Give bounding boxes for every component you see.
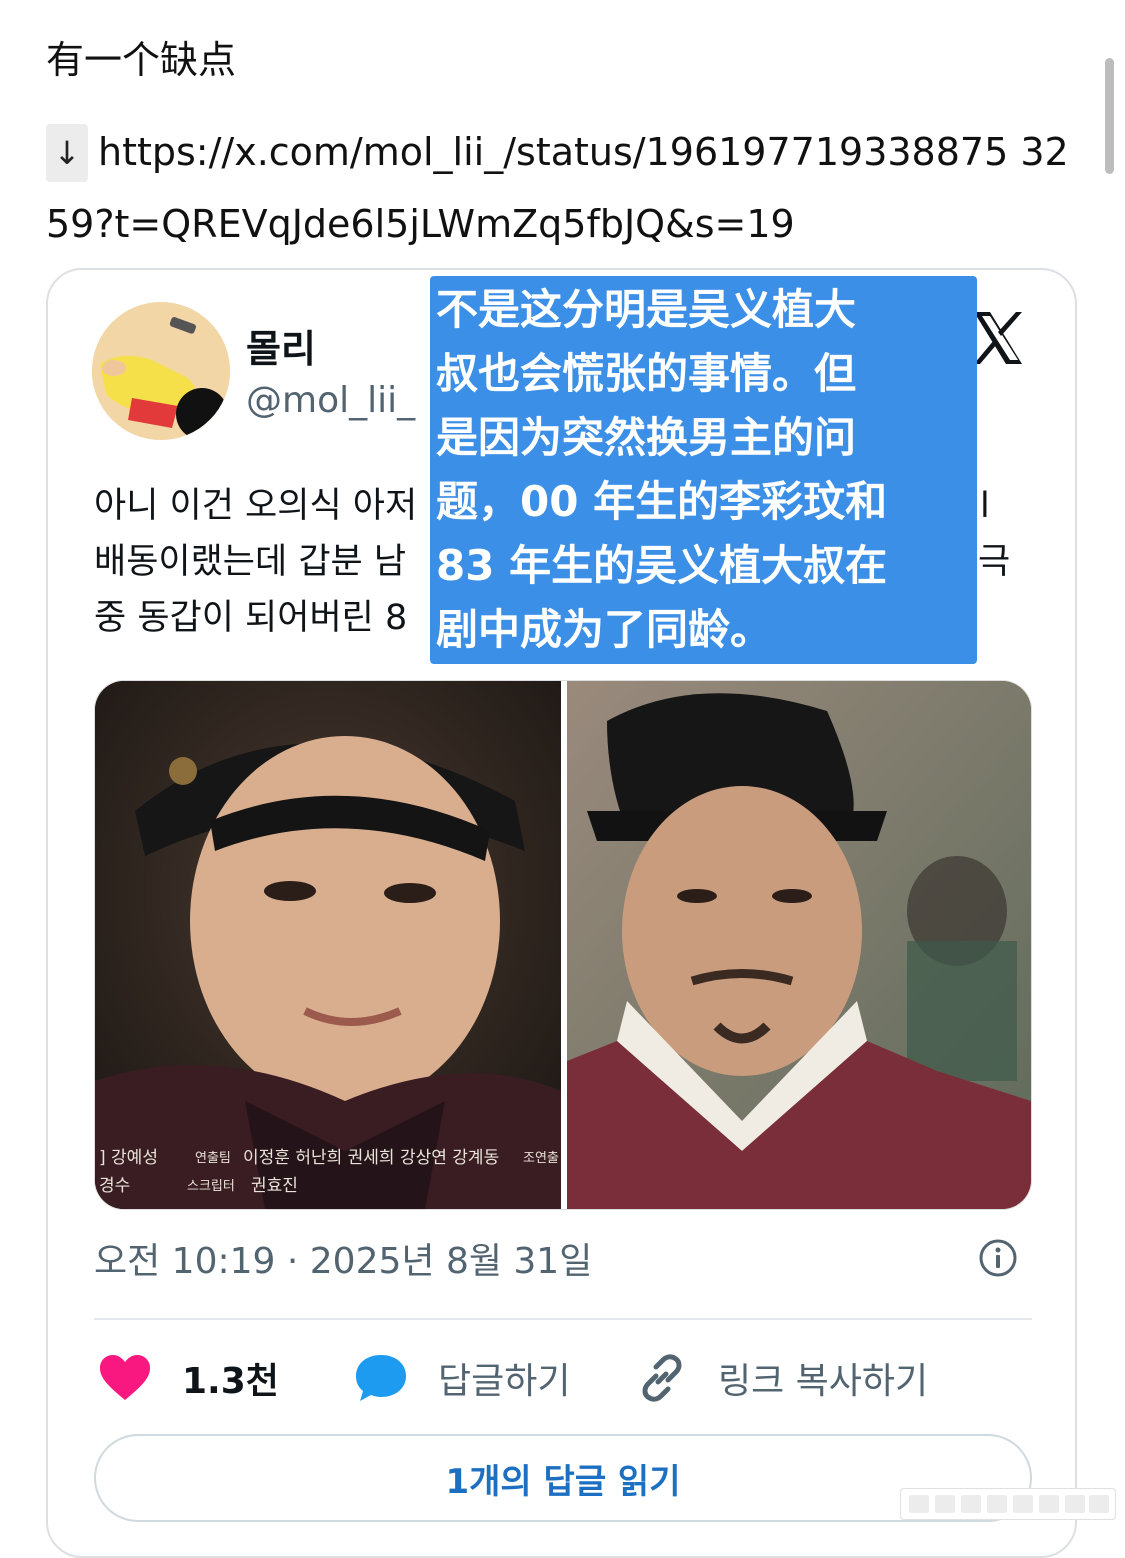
link-icon [642, 1354, 682, 1402]
post-text-line-1: 有一个缺点 [46, 38, 237, 82]
overlay-line: 不是这分明是吴义植大 [436, 285, 857, 334]
x-logo-icon[interactable] [968, 308, 1028, 368]
overlay-line: 是因为突然换男主的问 [436, 413, 857, 462]
photo-right[interactable] [567, 681, 1031, 1209]
overlay-line: 题，00 年生的李彩玟和 [436, 477, 888, 526]
overlay-line: 剧中成为了同龄。 [436, 605, 773, 654]
tweet-text-edge-2: 극 [978, 542, 1011, 582]
read-replies-button[interactable]: 1개의 답글 읽기 [94, 1434, 1032, 1522]
tweet-media[interactable]: ] 강예성 연출팀 이정훈 허난희 권세희 강상연 강계동 조연출 경수 스크립… [94, 680, 1032, 1210]
post-link-part-1[interactable]: https://x.com/mol_lii_/status/1961977193… [98, 130, 1069, 176]
post-link-line[interactable]: ↓ https://x.com/mol_lii_/status/19619771… [46, 124, 1069, 182]
caption-credit-a: ] 강예성 [99, 1148, 158, 1168]
author-name[interactable]: 몰리 [246, 318, 316, 373]
avatar[interactable] [92, 302, 230, 440]
reply-button[interactable]: 답글하기 [354, 1348, 570, 1408]
copy-link-button[interactable]: 링크 복사하기 [636, 1348, 928, 1408]
tweet-timestamp[interactable]: 오전 10:19 · 2025년 8월 31일 [94, 1232, 592, 1284]
translation-overlay: 不是这分明是吴义植大 叔也会慌张的事情。但 是因为突然换男主的问 题，00 年生… [430, 276, 977, 664]
post-link-part-2[interactable]: 59?t=QREVqJde6l5jLWmZq5fbJQ&s=19 [46, 202, 795, 248]
image-strip-handle[interactable] [900, 1488, 1116, 1520]
overlay-line: 叔也会慌张的事情。但 [436, 349, 857, 398]
like-count: 1.3천 [182, 1361, 279, 1402]
copy-link-label: 링크 복사하기 [718, 1361, 929, 1402]
divider [94, 1318, 1032, 1320]
down-arrow-icon: ↓ [46, 124, 88, 182]
caption-credit-e: 경수 [99, 1176, 131, 1196]
photo-left[interactable]: ] 강예성 연출팀 이정훈 허난희 권세희 강상연 강계동 조연출 경수 스크립… [95, 681, 561, 1209]
speech-bubble-icon [356, 1355, 406, 1401]
caption-credit-g: 권효진 [251, 1176, 298, 1196]
scrollbar[interactable] [1105, 58, 1114, 174]
caption-credit-c: 이정훈 허난희 권세희 강상연 강계동 [243, 1148, 500, 1168]
caption-credit-d: 조연출 [523, 1151, 559, 1166]
tweet-text-edge-1: l [980, 486, 990, 526]
heart-icon [100, 1355, 150, 1400]
caption-credit-b: 연출팀 [195, 1151, 231, 1166]
caption-credit-f: 스크립터 [187, 1179, 235, 1194]
overlay-line: 83 年生的吴义植大叔在 [436, 541, 888, 590]
reply-label: 답글하기 [438, 1361, 571, 1402]
like-button[interactable]: 1.3천 [98, 1348, 279, 1408]
author-handle[interactable]: @mol_lii_ [246, 380, 415, 421]
info-icon[interactable] [978, 1238, 1018, 1278]
